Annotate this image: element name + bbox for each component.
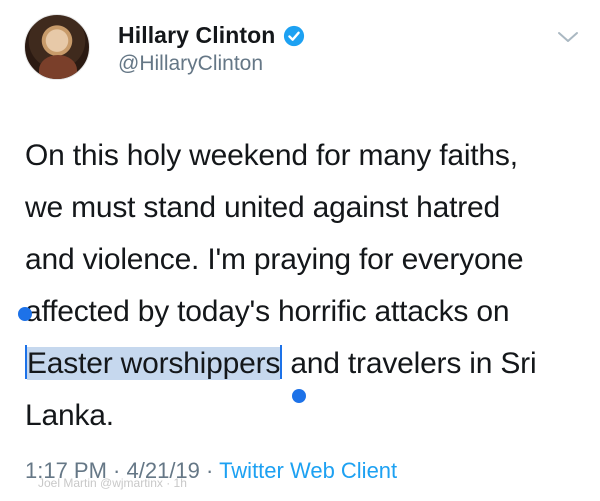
tweet-line: we must stand united against hatred xyxy=(25,191,500,224)
tweet-line: and violence. I'm praying for everyone xyxy=(25,243,524,276)
tweet-line-selected: Easter worshippers and travelers in Sri xyxy=(25,338,585,390)
meta-separator: · xyxy=(199,458,220,483)
watermark: Joel Martin @wjmartinx · 1h xyxy=(38,476,187,490)
tweet-source-link[interactable]: Twitter Web Client xyxy=(219,458,397,483)
tweet-line: affected by today's horrific attacks on xyxy=(25,295,510,328)
avatar[interactable] xyxy=(24,14,90,80)
author-display-name[interactable]: Hillary Clinton xyxy=(118,22,275,49)
tweet-line: On this holy weekend for many faiths, xyxy=(25,139,518,172)
author-name-row: Hillary Clinton xyxy=(118,22,305,49)
chevron-down-icon[interactable] xyxy=(556,28,580,46)
selection-start-handle[interactable] xyxy=(18,307,32,321)
tweet-header: Hillary Clinton @HillaryClinton xyxy=(0,0,600,100)
selection-end-handle[interactable] xyxy=(292,389,306,403)
tweet-line-rest: and travelers in Sri xyxy=(282,347,537,380)
selected-text[interactable]: Easter worshippers xyxy=(27,347,280,380)
author-handle[interactable]: @HillaryClinton xyxy=(118,52,263,76)
verified-badge-icon xyxy=(284,25,305,46)
